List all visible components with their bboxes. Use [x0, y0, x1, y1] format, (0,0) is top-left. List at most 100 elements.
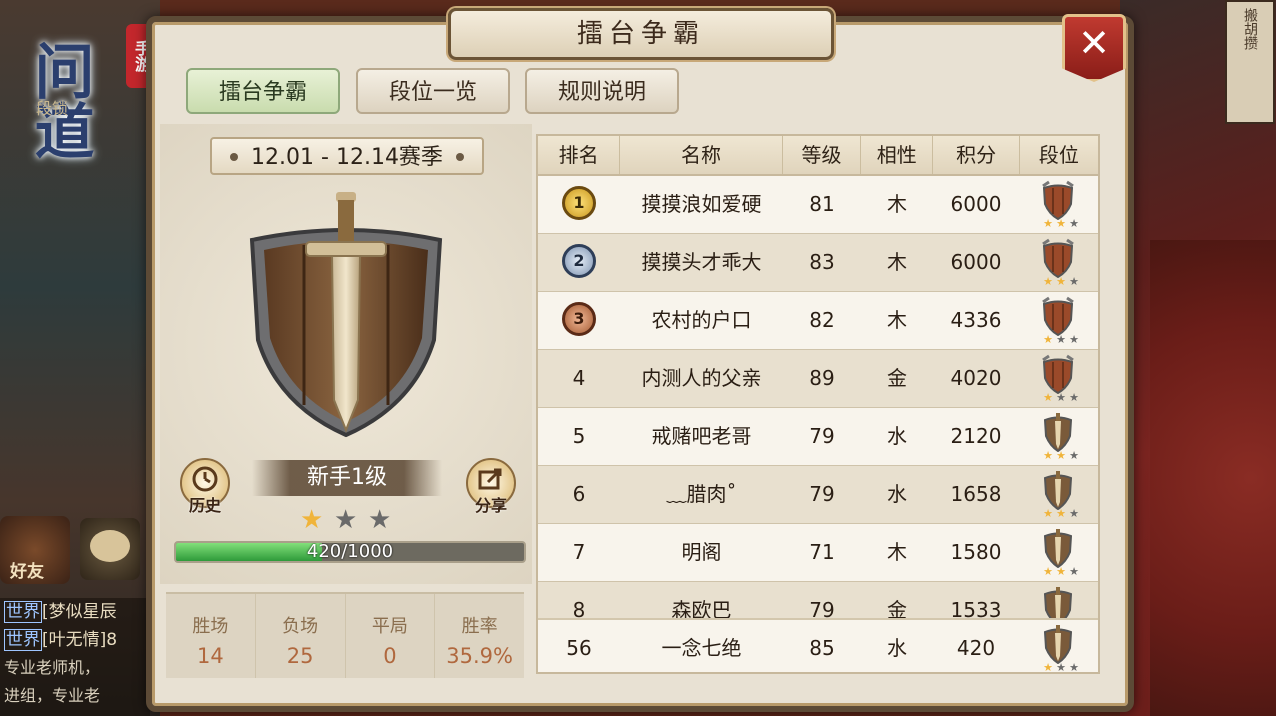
player-score: 1580	[950, 540, 1002, 564]
close-button[interactable]: ✕	[1062, 14, 1126, 82]
chat-text: 进组，专业老	[4, 686, 101, 705]
column-header: 积分	[933, 136, 1020, 174]
player-score: 6000	[950, 250, 1002, 274]
rank-cell: 6	[572, 482, 586, 506]
chat-text: [叶无情]8	[42, 630, 118, 650]
player-name: 摸摸浪如爱硬	[641, 192, 762, 216]
chat-line: 世界 [梦似星辰	[0, 598, 150, 626]
player-element: 木	[887, 308, 907, 332]
tab-tier-list[interactable]: 段位一览	[356, 68, 510, 114]
friend-button[interactable]: 好友	[0, 516, 70, 584]
chat-button[interactable]	[80, 518, 140, 580]
stat-cell: 负场 25	[256, 594, 346, 678]
score-progress-bar: 420/1000	[174, 541, 526, 563]
match-stats: 胜场 14 负场 25 平局 0 胜率 35.9%	[166, 592, 524, 678]
player-level: 82	[809, 308, 835, 332]
dialog-title: 擂台争霸	[576, 19, 705, 49]
tier-wood-shield-icon	[1042, 296, 1074, 336]
table-row[interactable]: 2 摸摸头才乖大 83 木 6000 ★ ★ ★	[538, 234, 1098, 292]
rank-stars: ★ ★ ★	[300, 505, 400, 535]
chat-text: [梦似星辰	[42, 602, 117, 622]
player-level: 79	[809, 424, 835, 448]
player-score: 4336	[950, 308, 1002, 332]
season-label: 12.01 - 12.14赛季	[251, 145, 443, 170]
table-row[interactable]: 6 ﹏腊肉˚ 79 水 1658 ★ ★ ★	[538, 466, 1098, 524]
chat-line: 专业老师机，	[0, 654, 150, 682]
star-empty-icon: ★	[1056, 661, 1066, 674]
star-empty-icon: ★	[1056, 333, 1066, 346]
player-element: 水	[887, 636, 907, 660]
rank-cell: 5	[572, 424, 586, 448]
player-score: 1658	[950, 482, 1002, 506]
tier-stars: ★★★	[1039, 218, 1083, 230]
tier-stars: ★★★	[1039, 450, 1083, 462]
game-logo: 问道 手游	[14, 20, 156, 200]
rank-cell: 1	[538, 176, 620, 233]
player-name: 戒赌吧老哥	[651, 424, 752, 448]
rank-medal-bronze-icon: 3	[562, 302, 596, 336]
player-score: 4020	[950, 366, 1002, 390]
column-header: 等级	[783, 136, 862, 174]
table-row[interactable]: 7 明阁 71 木 1580 ★ ★ ★	[538, 524, 1098, 582]
table-row[interactable]: 4 内测人的父亲 89 金 4020 ★ ★ ★	[538, 350, 1098, 408]
tab-rules[interactable]: 规则说明	[525, 68, 679, 114]
player-level: 89	[809, 366, 835, 390]
ranking-rows[interactable]: 1 摸摸浪如爱硬 81 木 6000 ★ ★ ★ 2 摸摸头才乖大 83 木 6000 ★ ★ ★ 3 农村的户口…	[538, 176, 1098, 640]
player-level: 85	[809, 636, 835, 660]
friend-label: 好友	[10, 562, 44, 582]
star-empty-icon: ★	[1069, 217, 1079, 230]
ranking-table: 排名 名称 等级 相性 积分 段位 1 摸摸浪如爱硬 81 木 6000 ★ ★ ★ 2 摸摸头才乖大 83 木…	[536, 134, 1100, 674]
stat-label: 胜率	[461, 616, 498, 637]
chat-bubble-icon	[90, 530, 130, 562]
player-level: 79	[809, 482, 835, 506]
star-filled-icon: ★	[1056, 217, 1066, 230]
player-name: 内测人的父亲	[641, 366, 762, 390]
chat-panel[interactable]: 世界 [梦似星辰 世界 [叶无情]8 专业老师机， 进组，专业老	[0, 598, 150, 716]
column-header: 段位	[1038, 143, 1079, 167]
player-element: 金	[887, 366, 907, 390]
chat-channel-tag: 世界	[4, 601, 42, 623]
table-row[interactable]: 5 戒赌吧老哥 79 水 2120 ★ ★ ★	[538, 408, 1098, 466]
stat-cell: 平局 0	[346, 594, 436, 678]
star-empty-icon: ★	[1069, 661, 1079, 674]
tab-arena[interactable]: 擂台争霸	[186, 68, 340, 114]
star-empty-icon: ★	[1069, 565, 1079, 578]
star-filled-icon: ★	[1043, 333, 1053, 346]
star-empty-icon: ★	[1069, 449, 1079, 462]
rank-cell: 4	[572, 366, 586, 390]
ranking-header: 排名 名称 等级 相性 积分 段位	[538, 136, 1098, 176]
player-level: 83	[809, 250, 835, 274]
stat-value: 0	[383, 644, 397, 668]
my-ranking-row: 56 一念七绝 85 水 420 ★ ★ ★	[538, 618, 1098, 674]
stat-value: 35.9%	[446, 644, 513, 668]
player-element: 木	[887, 250, 907, 274]
star-empty-icon: ★	[1069, 391, 1079, 404]
progress-text: 420/1000	[306, 541, 394, 562]
rank-cell: 7	[572, 540, 586, 564]
share-button[interactable]: 分享	[466, 458, 516, 515]
star-filled-icon: ★	[1056, 275, 1066, 288]
chat-text: 专业老师机，	[4, 658, 101, 677]
tier-cell: ★★★	[1019, 408, 1098, 465]
tier-cell: ★★★	[1019, 176, 1098, 233]
star-filled-icon: ★	[1043, 449, 1053, 462]
player-name: 摸摸头才乖大	[641, 250, 762, 274]
table-row[interactable]: 1 摸摸浪如爱硬 81 木 6000 ★ ★ ★	[538, 176, 1098, 234]
season-plate: 12.01 - 12.14赛季	[210, 137, 484, 175]
star-filled-icon: ★	[1056, 565, 1066, 578]
player-score: 6000	[950, 192, 1002, 216]
tier-stars: ★★★	[1039, 392, 1083, 404]
tier-cell: ★★★	[1019, 466, 1098, 523]
stat-label: 胜场	[192, 616, 229, 637]
stat-label: 负场	[282, 616, 319, 637]
history-button[interactable]: 历史	[180, 458, 230, 515]
star-filled-icon: ★	[300, 505, 324, 535]
star-filled-icon: ★	[1043, 565, 1053, 578]
share-label: 分享	[474, 496, 507, 515]
stat-value: 14	[197, 644, 224, 668]
star-filled-icon: ★	[1043, 661, 1053, 674]
tier-sword-shield-icon	[1043, 471, 1073, 510]
current-rank-name: 新手1级	[252, 460, 442, 496]
dialog-title-plate: 擂台争霸	[448, 8, 834, 60]
table-row[interactable]: 3 农村的户口 82 木 4336 ★ ★ ★	[538, 292, 1098, 350]
